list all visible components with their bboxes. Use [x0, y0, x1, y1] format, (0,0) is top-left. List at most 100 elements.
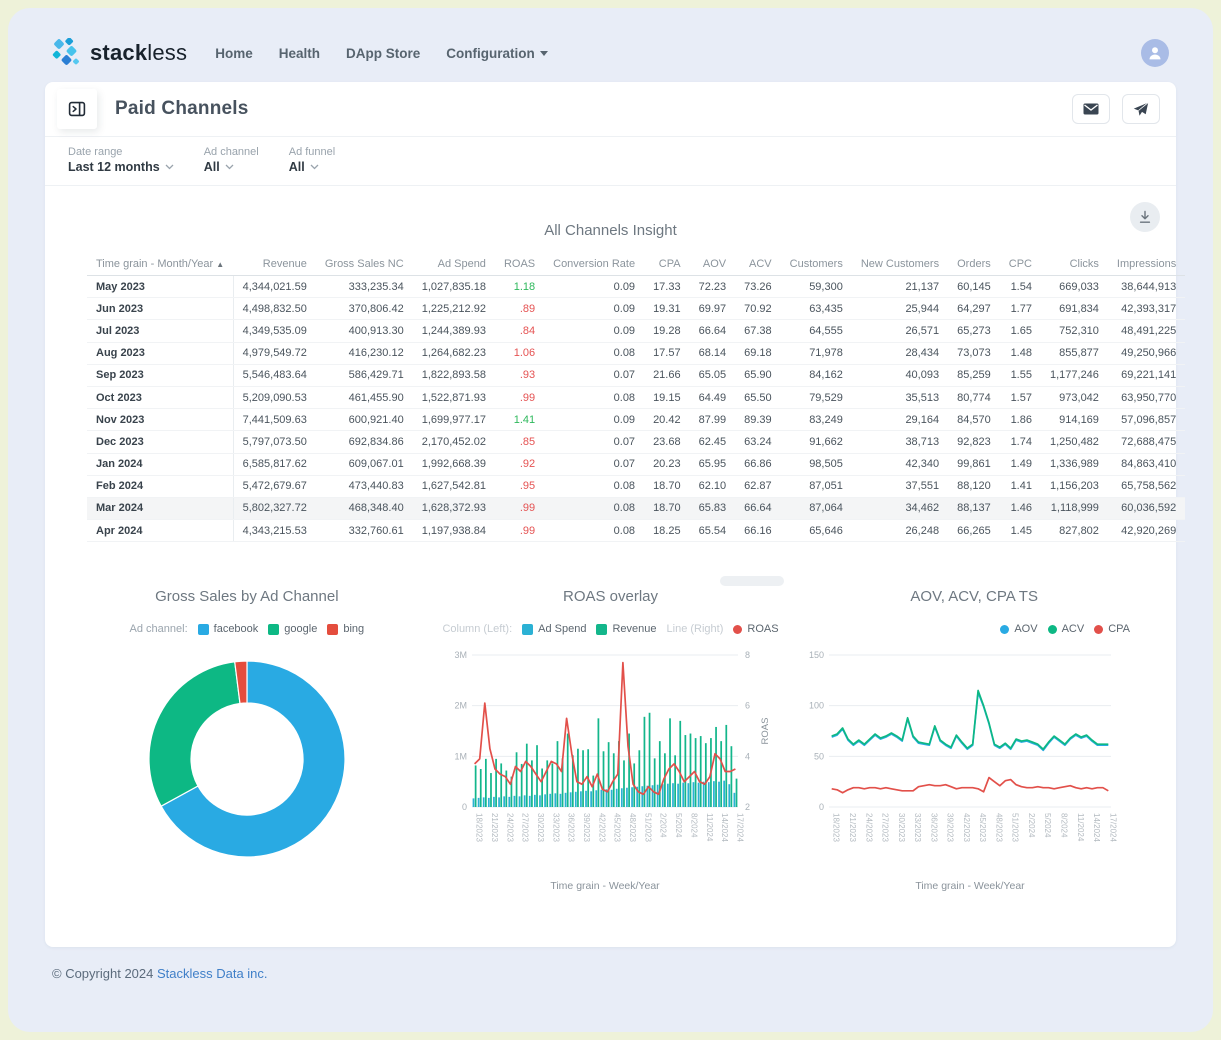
table-row[interactable]: Apr 20244,343,215.53332,760.611,197,938.…: [87, 520, 1185, 542]
row-cell: 66.64: [735, 497, 781, 519]
filter-value[interactable]: Last 12 months: [68, 160, 174, 174]
legend-item-revenue[interactable]: Revenue: [596, 623, 656, 635]
svg-text:Time grain - Week/Year: Time grain - Week/Year: [550, 880, 660, 892]
filter-label: Ad funnel: [289, 146, 335, 158]
filter-date-range[interactable]: Date rangeLast 12 months: [68, 146, 174, 174]
row-cell: 1,822,893.58: [413, 364, 495, 386]
filter-value[interactable]: All: [289, 160, 335, 174]
chevron-down-icon: [165, 164, 174, 170]
svg-text:51/2023: 51/2023: [643, 813, 652, 842]
legend-item-aov[interactable]: AOV: [1000, 623, 1037, 635]
svg-text:18/2023: 18/2023: [474, 813, 483, 842]
filter-value[interactable]: All: [204, 160, 259, 174]
row-cell: .99: [495, 497, 544, 519]
legend-item-roas[interactable]: ROAS: [733, 623, 778, 635]
navbar: stackless Home Health DApp Store Configurat…: [8, 8, 1213, 82]
column-header-roas[interactable]: ROAS: [495, 253, 544, 276]
column-header-clicks[interactable]: Clicks: [1041, 253, 1108, 276]
nav-link-health[interactable]: Health: [279, 46, 320, 61]
table-row[interactable]: Sep 20235,546,483.64586,429.711,822,893.…: [87, 364, 1185, 386]
row-cell: 66,265: [948, 520, 1000, 542]
table-row[interactable]: Oct 20235,209,090.53461,455.901,522,871.…: [87, 386, 1185, 408]
row-cell: 1,156,203: [1041, 475, 1108, 497]
svg-text:5/2024: 5/2024: [1043, 813, 1052, 838]
row-cell: 64,297: [948, 298, 1000, 320]
row-cell: 72,688,475: [1108, 431, 1185, 453]
column-header-acv[interactable]: ACV: [735, 253, 781, 276]
row-cell: 88,120: [948, 475, 1000, 497]
svg-text:42/2023: 42/2023: [962, 813, 971, 842]
legend-item-facebook[interactable]: facebook: [198, 623, 259, 635]
row-cell: 0.08: [544, 386, 644, 408]
sidebar-toggle-button[interactable]: [57, 89, 97, 129]
column-header-cpa[interactable]: CPA: [644, 253, 690, 276]
svg-text:2/2024: 2/2024: [658, 813, 667, 838]
row-cell: 5,797,073.50: [233, 431, 316, 453]
row-cell: 669,033: [1041, 276, 1108, 298]
column-header-customers[interactable]: Customers: [781, 253, 852, 276]
row-cell: 23.68: [644, 431, 690, 453]
row-cell: 42,340: [852, 453, 948, 475]
svg-text:27/2023: 27/2023: [520, 813, 529, 842]
nav-link-configuration[interactable]: Configuration: [446, 46, 547, 61]
row-cell: 0.08: [544, 342, 644, 364]
table-row[interactable]: Aug 20234,979,549.72416,230.121,264,682.…: [87, 342, 1185, 364]
user-avatar[interactable]: [1141, 39, 1169, 67]
table-row[interactable]: Nov 20237,441,509.63600,921.401,699,977.…: [87, 409, 1185, 431]
legend-marker: [1048, 625, 1057, 634]
ts-chart-title: AOV, ACV, CPA TS: [792, 588, 1156, 605]
row-cell: 71,978: [781, 342, 852, 364]
row-cell: 586,429.71: [316, 364, 413, 386]
column-header-orders[interactable]: Orders: [948, 253, 1000, 276]
legend-item-cpa[interactable]: CPA: [1094, 623, 1130, 635]
column-header-conversion-rate[interactable]: Conversion Rate: [544, 253, 644, 276]
legend-item-acv[interactable]: ACV: [1048, 623, 1085, 635]
column-header-new-customers[interactable]: New Customers: [852, 253, 948, 276]
row-cell: 0.09: [544, 276, 644, 298]
svg-text:14/2024: 14/2024: [720, 813, 729, 842]
column-header-ad-spend[interactable]: Ad Spend: [413, 253, 495, 276]
row-cell: .84: [495, 320, 544, 342]
download-button[interactable]: [1130, 202, 1160, 232]
send-button[interactable]: [1122, 94, 1160, 124]
table-row[interactable]: Dec 20235,797,073.50692,834.862,170,452.…: [87, 431, 1185, 453]
table-row[interactable]: Jan 20246,585,817.62609,067.011,992,668.…: [87, 453, 1185, 475]
row-period: Aug 2023: [87, 342, 233, 364]
column-header-time-grain-month-year[interactable]: Time grain - Month/Year▲: [87, 253, 233, 276]
nav-link-home[interactable]: Home: [215, 46, 253, 61]
column-header-gross-sales-nc[interactable]: Gross Sales NC: [316, 253, 413, 276]
column-header-aov[interactable]: AOV: [690, 253, 736, 276]
table-row[interactable]: Feb 20245,472,679.67473,440.831,627,542.…: [87, 475, 1185, 497]
table-row[interactable]: May 20234,344,021.59333,235.341,027,835.…: [87, 276, 1185, 298]
svg-text:ROAS: ROAS: [760, 718, 771, 745]
nav-links: Home Health DApp Store Configuration: [215, 46, 548, 61]
row-period: Sep 2023: [87, 364, 233, 386]
filter-ad-channel[interactable]: Ad channelAll: [204, 146, 259, 174]
row-cell: 99,861: [948, 453, 1000, 475]
nav-link-dapp-store[interactable]: DApp Store: [346, 46, 420, 61]
row-cell: .89: [495, 298, 544, 320]
legend-marker: [1000, 625, 1009, 634]
legend-item-google[interactable]: google: [268, 623, 317, 635]
ts-chart-legend: AOV ACV CPA: [792, 621, 1156, 637]
table-row[interactable]: Jun 20234,498,832.50370,806.421,225,212.…: [87, 298, 1185, 320]
row-cell: 1,627,542.81: [413, 475, 495, 497]
column-header-impressions[interactable]: Impressions: [1108, 253, 1185, 276]
column-header-cpc[interactable]: CPC: [1000, 253, 1041, 276]
scroll-pill[interactable]: [720, 576, 784, 586]
legend-item-ad-spend[interactable]: Ad Spend: [522, 623, 586, 635]
filter-ad-funnel[interactable]: Ad funnel All: [289, 146, 335, 174]
column-header-revenue[interactable]: Revenue: [233, 253, 316, 276]
svg-text:42/2023: 42/2023: [597, 813, 606, 842]
row-cell: 1.46: [1000, 497, 1041, 519]
table-row[interactable]: Jul 20234,349,535.09400,913.301,244,389.…: [87, 320, 1185, 342]
email-button[interactable]: [1072, 94, 1110, 124]
svg-text:4: 4: [745, 752, 750, 762]
brand-logo[interactable]: stackless: [50, 38, 187, 68]
footer-link[interactable]: Stackless Data inc.: [157, 966, 268, 981]
row-cell: 98,505: [781, 453, 852, 475]
row-cell: 62.87: [735, 475, 781, 497]
table-row[interactable]: Mar 20245,802,327.72468,348.401,628,372.…: [87, 497, 1185, 519]
row-cell: 1,197,938.84: [413, 520, 495, 542]
legend-item-bing[interactable]: bing: [327, 623, 364, 635]
